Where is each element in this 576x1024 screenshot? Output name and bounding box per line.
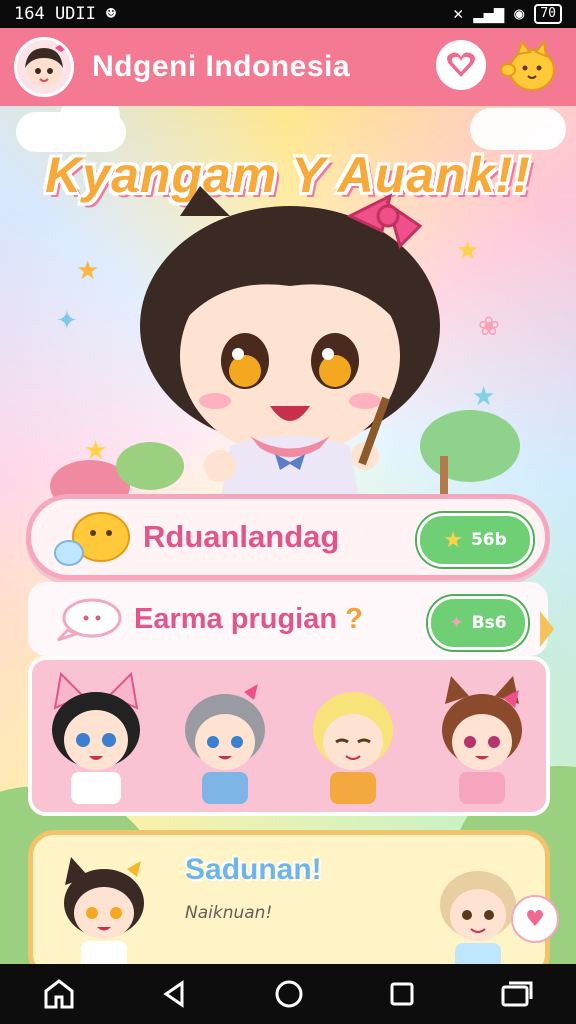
- chat-bubble-icon: [56, 598, 122, 642]
- mascot-button[interactable]: [500, 36, 560, 96]
- battery-indicator: 70: [534, 4, 562, 24]
- main-scene: Kyangam Y Auank!! ★ ✦ ★ ❀ ★ ★ Rduanlanda…: [0, 106, 576, 964]
- butterfly-icon: ❀: [478, 312, 500, 342]
- character-card[interactable]: [41, 668, 151, 804]
- character-card[interactable]: [427, 668, 537, 804]
- heart-icon: ♥: [525, 906, 545, 932]
- primary-card-button[interactable]: ★ 56b: [417, 513, 533, 567]
- recents-icon[interactable]: [388, 980, 416, 1008]
- heart-icon: [447, 52, 475, 77]
- menu-icon[interactable]: [500, 979, 534, 1009]
- star-icon: ★: [76, 256, 100, 286]
- signal-icon: ▂▄▆: [473, 4, 505, 24]
- notification-icon: ☻: [105, 4, 117, 24]
- bottom-card[interactable]: Sadunan! Naiknuan! ♥: [28, 830, 559, 964]
- character-card[interactable]: [170, 668, 280, 804]
- mascot-icon: [500, 39, 555, 91]
- hero-character: [140, 186, 440, 506]
- heart-bubble-button[interactable]: ♥: [511, 895, 559, 943]
- bottom-card-subtitle: Naiknuan!: [185, 903, 273, 923]
- status-text: 164 UDII: [14, 4, 96, 24]
- secondary-card-text: Earma prugian: [134, 602, 338, 635]
- status-bar: 164 UDII ☻ ✕ ▂▄▆ ◉ 70: [0, 0, 576, 28]
- back-icon[interactable]: [160, 979, 190, 1009]
- mascot-icon: [54, 512, 130, 566]
- character-card[interactable]: [298, 668, 408, 804]
- mute-icon: ✕: [453, 4, 464, 24]
- character-illustration: [64, 857, 144, 964]
- favorite-button[interactable]: [436, 40, 486, 90]
- app-title: Ndgeni Indonesia: [92, 50, 351, 83]
- secondary-card-button-label: Bs6: [471, 613, 507, 633]
- star-icon: ★: [443, 527, 463, 553]
- bottom-card-title: Sadunan!: [185, 853, 322, 886]
- character-gallery: [28, 656, 550, 816]
- primary-card[interactable]: Rduanlandag ★ 56b: [26, 494, 550, 580]
- sparkle-icon: ✦: [56, 306, 78, 336]
- secondary-card-button[interactable]: ✦ Bs6: [428, 596, 528, 650]
- sparkle-icon: ✦: [449, 613, 464, 633]
- secondary-card[interactable]: Earma prugian ? ✦ Bs6: [28, 582, 548, 656]
- home-icon[interactable]: [42, 977, 76, 1011]
- cloud-decoration: [470, 108, 566, 150]
- navigation-bar: [0, 964, 576, 1024]
- home-circle-icon[interactable]: [274, 979, 304, 1009]
- next-arrow-icon[interactable]: [540, 611, 554, 647]
- secondary-card-label: Earma prugian ?: [134, 603, 363, 636]
- primary-card-label: Rduanlandag: [143, 519, 340, 554]
- star-icon: ★: [84, 436, 108, 466]
- avatar[interactable]: [14, 37, 74, 97]
- primary-card-button-label: 56b: [470, 530, 507, 550]
- app-bar: Ndgeni Indonesia: [0, 28, 576, 106]
- secondary-card-suffix: ?: [345, 602, 363, 635]
- cloud-decoration: [60, 106, 120, 136]
- star-icon: ★: [472, 382, 496, 412]
- wifi-icon: ◉: [514, 4, 525, 24]
